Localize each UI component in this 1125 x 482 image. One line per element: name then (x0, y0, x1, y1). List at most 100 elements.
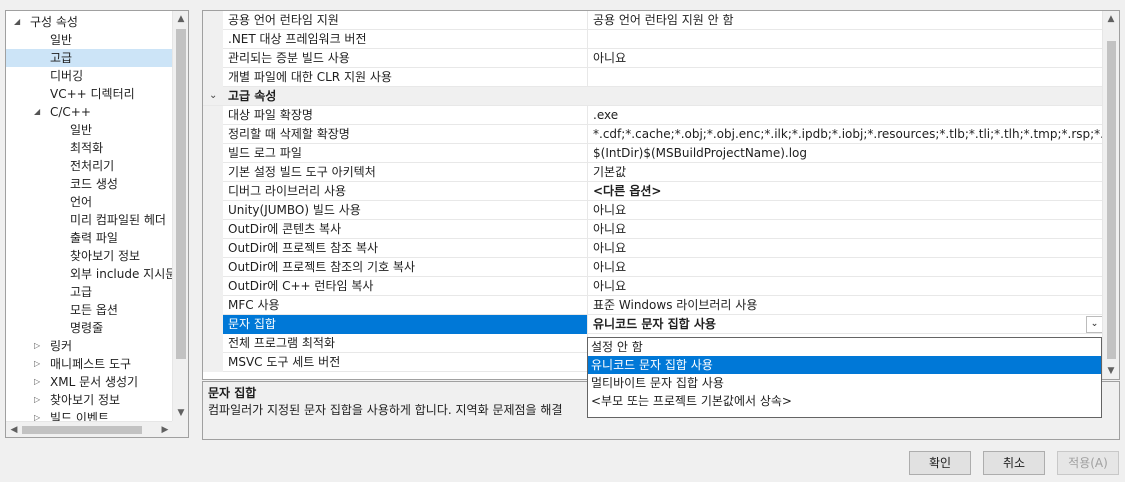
tree-item-label: 매니페스트 도구 (50, 357, 132, 371)
config-tree[interactable]: ▷ 빌드 이벤트 ▷ 찾아보기 정보 ▷ XML 문서 생성기 ▷ 매니페스트 도구 ▷ 링커 명령… (5, 10, 189, 438)
property-row[interactable]: OutDir에 프로젝트 참조의 기호 복사 아니요 (203, 258, 1103, 277)
tree-item[interactable]: 찾아보기 정보 (6, 247, 173, 265)
tree-item-label: 명령줄 (70, 321, 104, 335)
property-value-text: <다른 옵션> (593, 184, 662, 198)
property-value[interactable] (589, 30, 1103, 49)
property-value-text: 아니요 (593, 260, 627, 274)
property-row[interactable]: 기본 설정 빌드 도구 아키텍처 기본값 (203, 163, 1103, 182)
dropdown-option[interactable]: <부모 또는 프로젝트 기본값에서 상속> (588, 392, 1101, 410)
tree-item-label: 링커 (50, 339, 73, 353)
scroll-up-icon[interactable]: ▲ (1103, 11, 1119, 27)
character-set-combo[interactable]: 유니코드 문자 집합 사용 ⌄ (589, 315, 1103, 334)
expand-arrow-icon[interactable]: ▷ (34, 337, 40, 355)
collapse-arrow-icon[interactable]: ◢ (14, 13, 20, 31)
tree-item[interactable]: 미리 컴파일된 헤더 (6, 211, 173, 229)
expand-arrow-icon[interactable]: ▷ (34, 355, 40, 373)
property-row[interactable]: 개별 파일에 대한 CLR 지원 사용 (203, 68, 1103, 87)
category-name: 고급 속성 (228, 89, 277, 103)
property-value[interactable]: 아니요 (589, 220, 1103, 239)
property-row[interactable]: MFC 사용 표준 Windows 라이브러리 사용 (203, 296, 1103, 315)
tree-horizontal-scrollbar[interactable]: ◀ ▶ (6, 421, 173, 437)
combo-dropdown-icon[interactable]: ⌄ (1086, 316, 1103, 333)
property-value[interactable]: 아니요 (589, 258, 1103, 277)
collapse-chevron-icon[interactable]: ⌄ (209, 87, 217, 105)
property-value[interactable]: .exe (589, 106, 1103, 125)
scroll-left-icon[interactable]: ◀ (6, 422, 22, 437)
tree-vertical-scrollbar[interactable]: ▲ ▼ (172, 11, 188, 421)
tree-item[interactable]: ▷ XML 문서 생성기 (6, 373, 173, 391)
tree-item[interactable]: 일반 (6, 121, 173, 139)
tree-item[interactable]: 일반 (6, 31, 173, 49)
property-row[interactable]: 디버그 라이브러리 사용 <다른 옵션> (203, 182, 1103, 201)
property-value[interactable]: 기본값 (589, 163, 1103, 182)
property-row[interactable]: 문자 집합 유니코드 문자 집합 사용 ⌄ (203, 315, 1103, 334)
property-row[interactable]: 공용 언어 런타임 지원 공용 언어 런타임 지원 안 함 (203, 11, 1103, 30)
scroll-down-icon[interactable]: ▼ (1103, 363, 1119, 379)
property-row[interactable]: OutDir에 프로젝트 참조 복사 아니요 (203, 239, 1103, 258)
property-value[interactable]: *.cdf;*.cache;*.obj;*.obj.enc;*.ilk;*.ip… (589, 125, 1103, 144)
ok-button[interactable]: 확인 (909, 451, 971, 475)
property-grid[interactable]: MSVC 도구 세트 버전 전체 프로그램 최적화 문자 집합 유니코드 문자 집합 … (202, 10, 1120, 380)
property-row[interactable]: OutDir에 콘텐츠 복사 아니요 (203, 220, 1103, 239)
property-value[interactable]: 아니요 (589, 239, 1103, 258)
property-value[interactable]: 아니요 (589, 49, 1103, 68)
dropdown-option[interactable]: 멀티바이트 문자 집합 사용 (588, 374, 1101, 392)
property-value[interactable]: 아니요 (589, 277, 1103, 296)
character-set-dropdown-list[interactable]: 설정 안 함 유니코드 문자 집합 사용 멀티바이트 문자 집합 사용 <부모 또는 … (587, 337, 1102, 418)
property-value[interactable]: 공용 언어 런타임 지원 안 함 (589, 11, 1103, 30)
property-row[interactable]: 대상 파일 확장명 .exe (203, 106, 1103, 125)
property-name: MFC 사용 (223, 296, 588, 315)
property-value[interactable]: <다른 옵션> (589, 182, 1103, 201)
row-gutter (203, 182, 223, 201)
scroll-down-icon[interactable]: ▼ (173, 405, 188, 421)
tree-item[interactable]: 전처리기 (6, 157, 173, 175)
tree-item[interactable]: ▷ 링커 (6, 337, 173, 355)
tree-item[interactable]: 모든 옵션 (6, 301, 173, 319)
tree-item-label: 출력 파일 (70, 231, 118, 245)
tree-item[interactable]: 코드 생성 (6, 175, 173, 193)
tree-item[interactable]: ▷ 매니페스트 도구 (6, 355, 173, 373)
collapse-arrow-icon[interactable]: ◢ (34, 103, 40, 121)
scroll-thumb[interactable] (1107, 41, 1116, 359)
property-row[interactable]: OutDir에 C++ 런타임 복사 아니요 (203, 277, 1103, 296)
property-name: .NET 대상 프레임워크 버전 (223, 30, 588, 49)
tree-item[interactable]: 외부 include 지시문 (6, 265, 173, 283)
scroll-right-icon[interactable]: ▶ (157, 422, 173, 437)
tree-item-label: 최적화 (70, 141, 104, 155)
apply-button[interactable]: 적용(A) (1057, 451, 1119, 475)
tree-item[interactable]: VC++ 디렉터리 (6, 85, 173, 103)
row-gutter (203, 296, 223, 315)
property-row[interactable]: .NET 대상 프레임워크 버전 (203, 30, 1103, 49)
tree-item[interactable]: 명령줄 (6, 319, 173, 337)
tree-item[interactable]: 최적화 (6, 139, 173, 157)
cancel-button[interactable]: 취소 (983, 451, 1045, 475)
category-row[interactable]: ⌄ 고급 속성 (203, 87, 1103, 106)
expand-arrow-icon[interactable]: ▷ (34, 391, 40, 409)
tree-item[interactable]: ◢ 구성 속성 (6, 13, 173, 31)
tree-item[interactable]: ◢ C/C++ (6, 103, 173, 121)
scroll-thumb[interactable] (22, 426, 142, 434)
property-row[interactable]: 빌드 로그 파일 $(IntDir)$(MSBuildProjectName).l… (203, 144, 1103, 163)
grid-vertical-scrollbar[interactable]: ▲ ▼ (1102, 11, 1119, 379)
property-value[interactable]: 아니요 (589, 201, 1103, 220)
tree-item[interactable]: 언어 (6, 193, 173, 211)
expand-arrow-icon[interactable]: ▷ (34, 373, 40, 391)
property-value[interactable]: $(IntDir)$(MSBuildProjectName).log (589, 144, 1103, 163)
property-name: 디버그 라이브러리 사용 (223, 182, 588, 201)
property-value[interactable] (589, 68, 1103, 87)
property-row[interactable]: 정리할 때 삭제할 확장명 *.cdf;*.cache;*.obj;*.obj.e… (203, 125, 1103, 144)
dropdown-option[interactable]: 설정 안 함 (588, 338, 1101, 356)
property-value[interactable]: 표준 Windows 라이브러리 사용 (589, 296, 1103, 315)
property-name: 관리되는 증분 빌드 사용 (223, 49, 588, 68)
tree-item-label: 언어 (70, 195, 93, 209)
property-row[interactable]: 관리되는 증분 빌드 사용 아니요 (203, 49, 1103, 68)
dropdown-option[interactable]: 유니코드 문자 집합 사용 (588, 356, 1101, 374)
tree-item[interactable]: 출력 파일 (6, 229, 173, 247)
tree-item[interactable]: 디버깅 (6, 67, 173, 85)
scroll-thumb[interactable] (176, 29, 186, 359)
property-row[interactable]: Unity(JUMBO) 빌드 사용 아니요 (203, 201, 1103, 220)
tree-item[interactable]: 고급 (6, 283, 173, 301)
tree-item[interactable]: 고급 (6, 49, 173, 67)
tree-item[interactable]: ▷ 찾아보기 정보 (6, 391, 173, 409)
scroll-up-icon[interactable]: ▲ (173, 11, 188, 27)
